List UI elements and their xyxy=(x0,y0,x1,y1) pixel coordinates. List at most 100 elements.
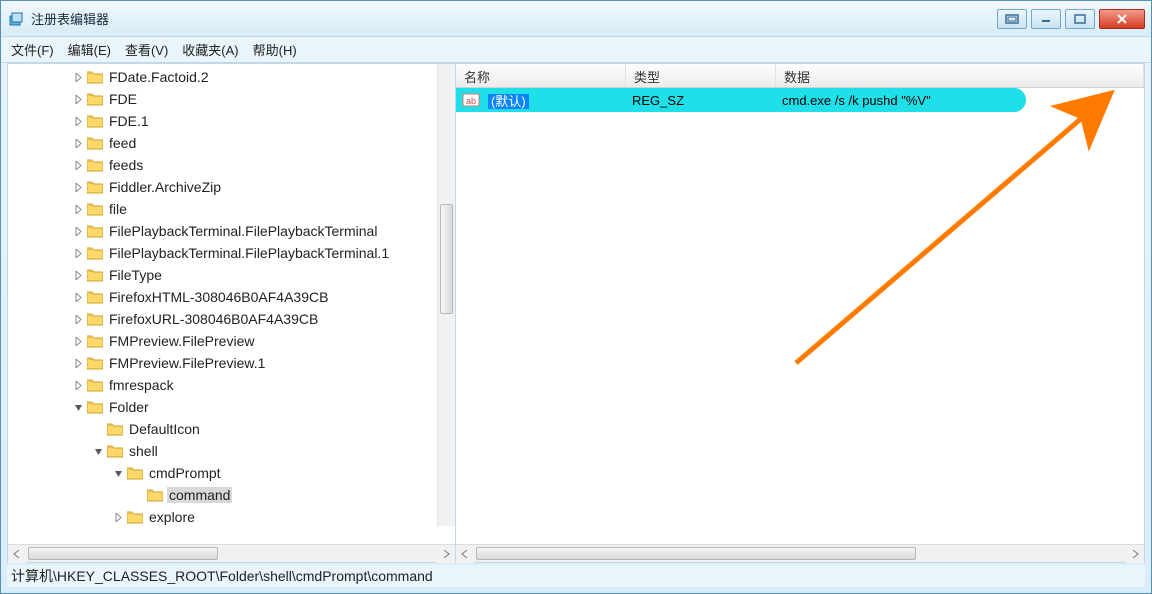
tree-scroll: FDate.Factoid.2 FDEFDE.1 feed feeds Fiddler.… xyxy=(8,64,455,544)
tree-item[interactable]: feed xyxy=(8,132,455,154)
folder-icon xyxy=(87,224,103,238)
list-body: ab(默认)REG_SZcmd.exe /s /k pushd "%V" xyxy=(456,88,1144,544)
list-horizontal-scrollbar[interactable] xyxy=(456,544,1144,562)
window-title: 注册表编辑器 xyxy=(31,9,997,28)
expander-closed-icon[interactable] xyxy=(72,159,85,172)
tree-item-label: FilePlaybackTerminal.FilePlaybackTermina… xyxy=(107,245,391,261)
menu-edit[interactable]: 编辑(E) xyxy=(68,40,111,59)
tree-item-label: DefaultIcon xyxy=(127,421,202,437)
expander-closed-icon[interactable] xyxy=(72,313,85,326)
tree-vertical-scrollbar[interactable] xyxy=(437,64,455,526)
tree-item[interactable]: FilePlaybackTerminal.FilePlaybackTermina… xyxy=(8,242,455,264)
regedit-icon xyxy=(9,11,25,27)
expander-closed-icon[interactable] xyxy=(72,93,85,106)
tree-horizontal-scrollbar[interactable] xyxy=(8,544,455,562)
menu-help[interactable]: 帮助(H) xyxy=(253,40,297,59)
tree-item-label: command xyxy=(167,487,232,503)
scrollbar-thumb[interactable] xyxy=(440,204,453,314)
folder-icon xyxy=(147,488,163,502)
folder-icon xyxy=(87,92,103,106)
expander-closed-icon[interactable] xyxy=(72,247,85,260)
expander-open-icon[interactable] xyxy=(112,467,125,480)
folder-icon xyxy=(87,400,103,414)
expander-closed-icon[interactable] xyxy=(72,291,85,304)
column-type[interactable]: 类型 xyxy=(626,64,776,87)
folder-icon xyxy=(87,136,103,150)
tree[interactable]: FDate.Factoid.2 FDEFDE.1 feed feeds Fiddler.… xyxy=(8,64,455,528)
scrollbar-thumb[interactable] xyxy=(28,547,218,560)
scroll-left-icon[interactable] xyxy=(456,545,474,563)
tree-item-label: FDate.Factoid.2 xyxy=(107,69,211,85)
tree-item[interactable]: feeds xyxy=(8,154,455,176)
scroll-right-icon[interactable] xyxy=(1126,545,1144,563)
expander-closed-icon[interactable] xyxy=(72,335,85,348)
expander-closed-icon[interactable] xyxy=(72,115,85,128)
expander-closed-icon[interactable] xyxy=(72,203,85,216)
tree-item[interactable]: FirefoxURL-308046B0AF4A39CB xyxy=(8,308,455,330)
tree-item[interactable]: cmdPrompt xyxy=(8,462,455,484)
tree-item[interactable]: explore xyxy=(8,506,455,528)
tree-item[interactable]: FileType xyxy=(8,264,455,286)
menu-view[interactable]: 查看(V) xyxy=(125,40,168,59)
scrollbar-thumb[interactable] xyxy=(476,547,916,560)
tree-item[interactable]: FDE.1 xyxy=(8,110,455,132)
expander-closed-icon[interactable] xyxy=(72,71,85,84)
expander-closed-icon[interactable] xyxy=(72,379,85,392)
tree-item-label: cmdPrompt xyxy=(147,465,223,481)
tree-item[interactable]: FMPreview.FilePreview xyxy=(8,330,455,352)
maximize-button[interactable] xyxy=(1065,9,1095,29)
value-row[interactable]: ab(默认)REG_SZcmd.exe /s /k pushd "%V" xyxy=(456,88,1026,112)
tree-item[interactable]: command xyxy=(8,484,455,506)
expander-closed-icon[interactable] xyxy=(112,511,125,524)
menu-file[interactable]: 文件(F) xyxy=(11,40,54,59)
expander-open-icon[interactable] xyxy=(72,401,85,414)
folder-icon xyxy=(87,70,103,84)
folder-icon xyxy=(87,180,103,194)
tree-item[interactable]: fmrespack xyxy=(8,374,455,396)
registry-editor-window: 注册表编辑器 文件(F) 编辑(E) 查看(V) 收藏夹(A) 帮助(H) xyxy=(0,0,1152,594)
extra-button[interactable] xyxy=(997,9,1027,29)
tree-item-label: FirefoxURL-308046B0AF4A39CB xyxy=(107,311,320,327)
tree-item[interactable]: Fiddler.ArchiveZip xyxy=(8,176,455,198)
expander-closed-icon[interactable] xyxy=(72,269,85,282)
tree-item-label: feed xyxy=(107,135,138,151)
expander-closed-icon[interactable] xyxy=(72,357,85,370)
tree-item-label: FMPreview.FilePreview.1 xyxy=(107,355,267,371)
column-data[interactable]: 数据 xyxy=(776,64,1144,87)
minimize-button[interactable] xyxy=(1031,9,1061,29)
titlebar: 注册表编辑器 xyxy=(1,1,1151,37)
folder-icon xyxy=(87,312,103,326)
tree-item[interactable]: FMPreview.FilePreview.1 xyxy=(8,352,455,374)
close-button[interactable] xyxy=(1099,9,1145,29)
menu-favorites[interactable]: 收藏夹(A) xyxy=(182,40,238,59)
tree-item[interactable]: Folder xyxy=(8,396,455,418)
tree-item[interactable]: FilePlaybackTerminal.FilePlaybackTermina… xyxy=(8,220,455,242)
tree-item-label: Fiddler.ArchiveZip xyxy=(107,179,223,195)
expander-open-icon[interactable] xyxy=(92,445,105,458)
string-value-icon: ab xyxy=(462,91,480,109)
expander-closed-icon[interactable] xyxy=(72,137,85,150)
value-name: (默认) xyxy=(480,91,624,110)
column-name[interactable]: 名称 xyxy=(456,64,626,87)
tree-item[interactable]: shell xyxy=(8,440,455,462)
folder-icon xyxy=(127,466,143,480)
tree-item-label: Folder xyxy=(107,399,151,415)
scroll-left-icon[interactable] xyxy=(8,545,26,563)
expander-closed-icon[interactable] xyxy=(72,181,85,194)
folder-icon xyxy=(87,158,103,172)
scroll-right-icon[interactable] xyxy=(437,545,455,563)
folder-icon xyxy=(87,290,103,304)
value-data: cmd.exe /s /k pushd "%V" xyxy=(774,93,1026,108)
expander-closed-icon[interactable] xyxy=(72,225,85,238)
folder-icon xyxy=(87,246,103,260)
expander-none xyxy=(132,489,145,502)
tree-item[interactable]: FirefoxHTML-308046B0AF4A39CB xyxy=(8,286,455,308)
window-buttons xyxy=(997,9,1145,29)
tree-item[interactable]: FDE xyxy=(8,88,455,110)
tree-item[interactable]: file xyxy=(8,198,455,220)
list-header: 名称 类型 数据 xyxy=(456,64,1144,88)
statusbar: 计算机\HKEY_CLASSES_ROOT\Folder\shell\cmdPr… xyxy=(7,565,1145,587)
tree-item[interactable]: DefaultIcon xyxy=(8,418,455,440)
tree-item[interactable]: FDate.Factoid.2 xyxy=(8,66,455,88)
svg-text:ab: ab xyxy=(466,96,476,106)
